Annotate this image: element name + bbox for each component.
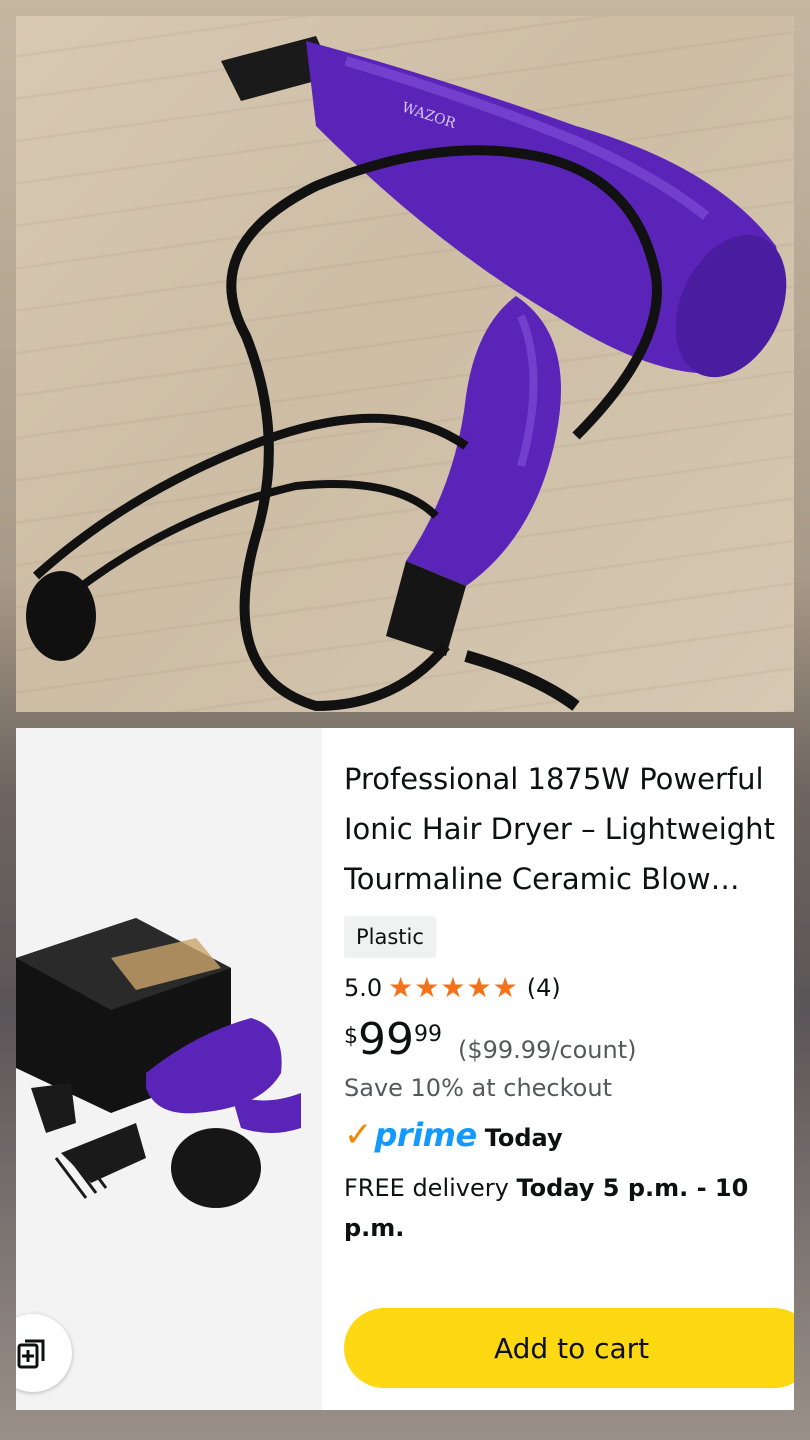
product-info: Professional 1875W Powerful Ionic Hair D… [344, 754, 794, 1248]
star-icon: ★ [440, 971, 466, 1004]
unit-price: ($99.99/count) [458, 1036, 637, 1064]
star-icon: ★ [492, 971, 518, 1004]
delivery-prefix: FREE delivery [344, 1174, 517, 1202]
compare-icon [17, 1339, 45, 1369]
product-thumbnail-image [16, 918, 301, 1208]
price: $ 99 99 ($99.99/count) [344, 1014, 794, 1065]
product-title-line-2[interactable]: Ionic Hair Dryer – Lightweight [344, 804, 794, 854]
product-title-line-3[interactable]: Tourmaline Ceramic Blow… [344, 854, 794, 904]
price-symbol: $ [344, 1024, 358, 1049]
prime-logo: prime [374, 1116, 478, 1154]
add-to-cart-button[interactable]: Add to cart [344, 1308, 794, 1388]
product-title[interactable]: Professional 1875W Powerful Ionic Hair D… [344, 754, 794, 904]
star-icon: ★ [414, 971, 440, 1004]
prime-day: Today [484, 1124, 563, 1152]
price-whole: 99 [358, 1014, 414, 1065]
product-title-line-1[interactable]: Professional 1875W Powerful [344, 754, 794, 804]
product-thumbnail[interactable] [16, 728, 322, 1410]
material-badge: Plastic [344, 916, 436, 958]
delivery-info: FREE delivery Today 5 p.m. - 10 p.m. [344, 1168, 764, 1248]
prime-badge: ✓ prime Today [344, 1116, 794, 1154]
price-fraction: 99 [414, 1022, 442, 1047]
star-icon: ★ [466, 971, 492, 1004]
savings-text: Save 10% at checkout [344, 1074, 612, 1102]
rating-row[interactable]: 5.0 ★ ★ ★ ★ ★ (4) [344, 974, 794, 1003]
product-photo[interactable]: WAZOR [16, 16, 794, 712]
hair-dryer-photo-illustration: WAZOR [26, 36, 787, 712]
star-icon: ★ [388, 971, 414, 1004]
prime-check-icon: ✓ [344, 1115, 373, 1155]
rating-value: 5.0 [344, 974, 383, 1002]
product-card[interactable]: Professional 1875W Powerful Ionic Hair D… [16, 728, 794, 1410]
star-rating: ★ ★ ★ ★ ★ [388, 974, 519, 1002]
rating-count[interactable]: (4) [527, 974, 561, 1002]
